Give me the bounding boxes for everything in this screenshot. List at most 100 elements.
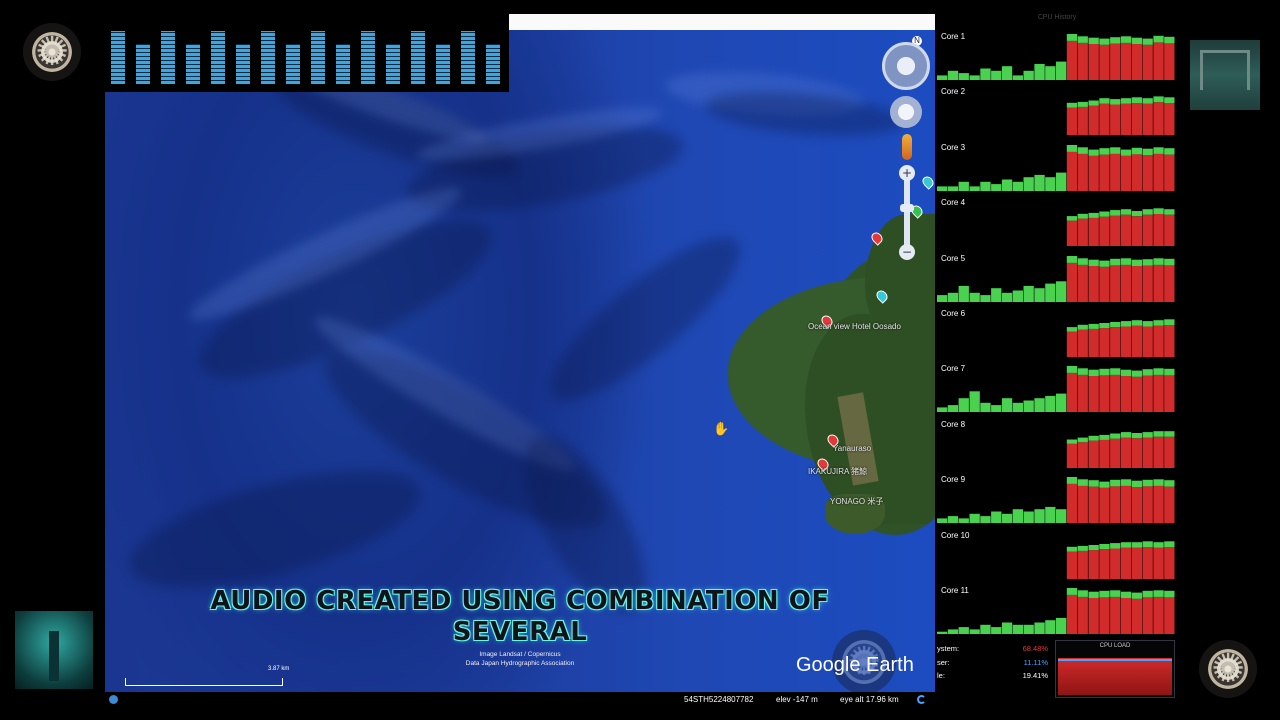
look-control-icon[interactable]: [882, 42, 930, 90]
cpu-history-user-bar: [1034, 174, 1045, 191]
attribution-line-1: Image Landsat / Copernicus: [479, 651, 561, 658]
cpu-history-system-bar: [1131, 377, 1142, 413]
cpu-history-system-bar: [1066, 107, 1078, 136]
cpu-history-system-bar: [1066, 40, 1078, 80]
cpu-history-user-bar: [1110, 542, 1121, 549]
cpu-core-graph: [937, 255, 1175, 302]
cpu-history-panel: CPU History Core 1 Core 2 Core 3 Core 4 Core…: [937, 14, 1177, 634]
cpu-history-title: CPU History: [1037, 14, 1077, 21]
cpu-history-user-bar: [1110, 590, 1121, 597]
cpu-history-system-bar: [1142, 597, 1153, 634]
cpu-history-system-bar: [1164, 103, 1175, 136]
cpu-history-system-bar: [1077, 218, 1088, 247]
cpu-history-user-bar: [1088, 259, 1099, 266]
cpu-history-system-bar: [1077, 264, 1088, 302]
cpu-history-user-bar: [1088, 435, 1099, 441]
cpu-core-row: Core 4: [937, 194, 1177, 248]
cpu-history-user-bar: [1142, 98, 1153, 105]
visualizer-bar: [311, 31, 325, 84]
cpu-history-system-bar: [1164, 597, 1175, 634]
cpu-history-user-bar: [1120, 321, 1132, 327]
cpu-history-user-bar: [1056, 172, 1067, 191]
zoom-in-button[interactable]: +: [899, 165, 915, 181]
imagery-attribution: Image Landsat / Copernicus Data Japan Hy…: [420, 650, 620, 668]
pegman-icon[interactable]: [902, 134, 912, 160]
cpu-core-row: Core 10: [937, 527, 1177, 581]
cpu-core-row: Core 3: [937, 139, 1177, 193]
cpu-history-user-bar: [1066, 546, 1078, 552]
cpu-history-user-bar: [1164, 147, 1175, 155]
cpu-history-system-bar: [1088, 106, 1099, 136]
cpu-history-user-bar: [991, 511, 1002, 524]
cpu-history-system-bar: [1142, 326, 1153, 357]
cpu-history-system-bar: [1099, 375, 1110, 413]
cpu-history-system-bar: [1110, 264, 1121, 302]
cpu-history-system-bar: [1120, 42, 1132, 80]
cpu-history-user-bar: [937, 407, 948, 413]
visualizer-bar: [436, 44, 450, 84]
cpu-history-system-bar: [1120, 486, 1132, 524]
cpu-history-user-bar: [1142, 258, 1153, 266]
cpu-history-user-bar: [1099, 434, 1110, 440]
cpu-history-user-bar: [1034, 63, 1045, 80]
loading-icon: [917, 695, 926, 704]
cpu-user-value: 11.11%: [1023, 658, 1048, 667]
cpu-history-user-bar: [1131, 541, 1142, 548]
visualizer-bar: [286, 44, 300, 84]
zoom-slider-handle[interactable]: [900, 204, 914, 212]
cpu-user-label: ser:: [937, 658, 950, 667]
cpu-history-user-bar: [1001, 292, 1013, 302]
cpu-history-system-bar: [1110, 215, 1121, 247]
cpu-history-system-bar: [1120, 104, 1132, 136]
cpu-history-user-bar: [980, 403, 991, 413]
cpu-history-user-bar: [1120, 431, 1132, 438]
cpu-history-user-bar: [958, 398, 969, 413]
cpu-core-row: Core 8: [937, 416, 1177, 470]
cpu-history-system-bar: [1066, 594, 1078, 634]
cpu-history-user-bar: [1164, 430, 1175, 437]
cpu-history-system-bar: [1142, 546, 1153, 579]
cpu-history-system-bar: [1153, 102, 1164, 136]
cpu-history-system-bar: [1088, 376, 1099, 413]
cpu-history-system-bar: [1110, 104, 1121, 136]
cpu-history-system-bar: [1110, 438, 1121, 468]
cpu-history-user-bar: [1001, 622, 1013, 634]
cpu-history-user-bar: [1066, 477, 1078, 485]
cpu-history-user-bar: [1142, 209, 1153, 215]
cpu-history-user-bar: [937, 631, 948, 634]
cpu-history-user-bar: [1066, 216, 1078, 221]
cpu-history-user-bar: [1110, 368, 1121, 376]
cpu-history-system-bar: [1153, 375, 1164, 413]
cpu-history-system-bar: [1131, 103, 1142, 136]
cpu-history-user-bar: [1131, 592, 1142, 599]
cpu-history-user-bar: [947, 292, 959, 302]
cpu-history-system-bar: [1110, 548, 1121, 579]
cpu-history-system-bar: [1066, 373, 1078, 413]
visualizer-bar: [236, 44, 250, 84]
place-label-yanauraso: Yanauraso: [833, 444, 872, 453]
cpu-history-user-bar: [1099, 38, 1110, 45]
visualizer-bar: [386, 44, 400, 84]
forest-thumbnail: [1190, 40, 1260, 110]
cpu-history-user-bar: [1034, 622, 1045, 634]
cpu-history-user-bar: [1056, 280, 1067, 302]
zoom-out-button[interactable]: −: [899, 244, 915, 260]
cpu-history-user-bar: [1088, 149, 1099, 156]
place-label-ikakujira: IKAKUJIRA 猪鯨: [808, 467, 868, 476]
cpu-history-user-bar: [1088, 591, 1099, 598]
cpu-history-system-bar: [1066, 484, 1078, 524]
cpu-history-user-bar: [1012, 509, 1023, 524]
cpu-history-system-bar: [1142, 154, 1153, 191]
cpu-history-user-bar: [937, 518, 948, 524]
cpu-history-system-bar: [1066, 551, 1078, 579]
eye-altitude-readout: eye alt 17.96 km: [840, 695, 899, 704]
cpu-history-user-bar: [1110, 258, 1121, 265]
move-control-icon[interactable]: [890, 96, 922, 128]
visualizer-bar: [411, 31, 425, 84]
cpu-history-user-bar: [947, 629, 959, 634]
cpu-history-user-bar: [1120, 591, 1132, 598]
cpu-core-row: Core 7: [937, 360, 1177, 414]
cpu-history-user-bar: [1077, 257, 1088, 265]
cpu-history-user-bar: [1045, 283, 1056, 302]
cpu-history-user-bar: [980, 68, 991, 80]
